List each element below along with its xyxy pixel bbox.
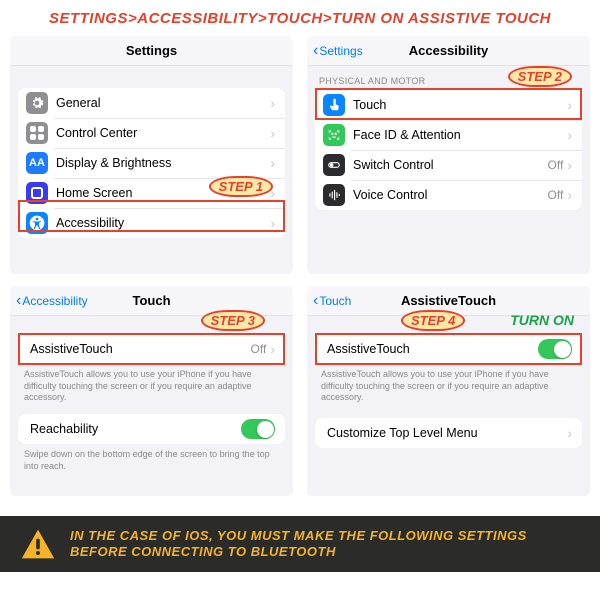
label-switch: Switch Control: [353, 158, 548, 172]
voice-control-icon: [323, 184, 345, 206]
panel-assistivetouch: ‹Touch AssistiveTouch AssistiveTouch Ass…: [307, 286, 590, 496]
faceid-icon: [323, 124, 345, 146]
chevron-right-icon: ›: [567, 157, 572, 173]
label-reach: Reachability: [30, 422, 241, 436]
label-assistive: AssistiveTouch: [327, 342, 538, 356]
warning-icon: [20, 526, 56, 562]
customize-group: Customize Top Level Menu ›: [315, 418, 582, 448]
back-accessibility[interactable]: ‹Accessibility: [16, 286, 88, 315]
chevron-right-icon: ›: [270, 341, 275, 357]
chevron-right-icon: ›: [270, 215, 275, 231]
label-display: Display & Brightness: [56, 156, 270, 170]
nav-title: Touch: [132, 293, 170, 308]
label-general: General: [56, 96, 270, 110]
footnote-assistive: AssistiveTouch allows you to use your iP…: [10, 364, 293, 404]
chevron-right-icon: ›: [567, 97, 572, 113]
gear-icon: [26, 92, 48, 114]
banner-message: IN THE CASE OF IOS, YOU MUST MAKE THE FO…: [70, 528, 580, 561]
navbar-settings: Settings: [10, 36, 293, 66]
section-physical: PHYSICAL AND MOTOR: [307, 66, 590, 90]
assistivetouch-toggle[interactable]: [538, 339, 572, 359]
label-access: Accessibility: [56, 216, 270, 230]
row-touch[interactable]: Touch ›: [315, 90, 582, 120]
panels-grid: Settings General › Control Center › AA D…: [10, 36, 590, 496]
assistivetouch-group: AssistiveTouch Off ›: [18, 334, 285, 364]
reachability-toggle[interactable]: [241, 419, 275, 439]
chevron-right-icon: ›: [270, 185, 275, 201]
settings-group: General › Control Center › AA Display & …: [18, 88, 285, 238]
control-center-icon: [26, 122, 48, 144]
row-assistivetouch-toggle[interactable]: AssistiveTouch: [315, 334, 582, 364]
row-control-center[interactable]: Control Center ›: [18, 118, 285, 148]
chevron-left-icon: ‹: [16, 292, 21, 310]
row-accessibility[interactable]: Accessibility ›: [18, 208, 285, 238]
chevron-right-icon: ›: [567, 425, 572, 441]
row-voice-control[interactable]: Voice Control Off ›: [315, 180, 582, 210]
row-reachability[interactable]: Reachability: [18, 414, 285, 444]
nav-title: Settings: [126, 43, 177, 58]
label-control: Control Center: [56, 126, 270, 140]
status-off: Off: [548, 188, 564, 202]
label-faceid: Face ID & Attention: [353, 128, 567, 142]
footnote-assistive: AssistiveTouch allows you to use your iP…: [307, 364, 590, 404]
row-faceid[interactable]: Face ID & Attention ›: [315, 120, 582, 150]
chevron-right-icon: ›: [270, 155, 275, 171]
label-touch: Touch: [353, 98, 567, 112]
row-home-screen[interactable]: Home Screen ›: [18, 178, 285, 208]
row-customize-menu[interactable]: Customize Top Level Menu ›: [315, 418, 582, 448]
chevron-right-icon: ›: [270, 95, 275, 111]
nav-title: Accessibility: [409, 43, 489, 58]
touch-icon: [323, 94, 345, 116]
row-general[interactable]: General ›: [18, 88, 285, 118]
label-custom: Customize Top Level Menu: [327, 426, 567, 440]
switch-control-icon: [323, 154, 345, 176]
chevron-right-icon: ›: [567, 127, 572, 143]
row-display[interactable]: AA Display & Brightness ›: [18, 148, 285, 178]
footnote-reach: Swipe down on the bottom edge of the scr…: [10, 444, 293, 472]
accessibility-icon: [26, 212, 48, 234]
label-assistive: AssistiveTouch: [30, 342, 251, 356]
row-switch-control[interactable]: Switch Control Off ›: [315, 150, 582, 180]
status-off: Off: [548, 158, 564, 172]
navbar-accessibility: ‹Settings Accessibility: [307, 36, 590, 66]
panel-settings: Settings General › Control Center › AA D…: [10, 36, 293, 274]
navbar-assistive: ‹Touch AssistiveTouch: [307, 286, 590, 316]
back-touch[interactable]: ‹Touch: [313, 286, 351, 315]
panel-touch: ‹Accessibility Touch AssistiveTouch Off …: [10, 286, 293, 496]
status-off: Off: [251, 342, 267, 356]
accessibility-group: Touch › Face ID & Attention › Switch Con…: [315, 90, 582, 210]
headline: SETTINGS>ACCESSIBILITY>TOUCH>TURN ON ASS…: [0, 0, 600, 33]
chevron-right-icon: ›: [567, 187, 572, 203]
label-voice: Voice Control: [353, 188, 548, 202]
back-settings[interactable]: ‹Settings: [313, 36, 363, 65]
panel-accessibility: ‹Settings Accessibility PHYSICAL AND MOT…: [307, 36, 590, 274]
row-assistivetouch[interactable]: AssistiveTouch Off ›: [18, 334, 285, 364]
home-screen-icon: [26, 182, 48, 204]
reachability-group: Reachability: [18, 414, 285, 444]
chevron-right-icon: ›: [270, 125, 275, 141]
warning-banner: IN THE CASE OF IOS, YOU MUST MAKE THE FO…: [0, 516, 600, 572]
display-icon: AA: [26, 152, 48, 174]
assistive-toggle-group: AssistiveTouch: [315, 334, 582, 364]
nav-title: AssistiveTouch: [401, 293, 496, 308]
chevron-left-icon: ‹: [313, 292, 318, 310]
navbar-touch: ‹Accessibility Touch: [10, 286, 293, 316]
chevron-left-icon: ‹: [313, 42, 318, 60]
label-home: Home Screen: [56, 186, 270, 200]
